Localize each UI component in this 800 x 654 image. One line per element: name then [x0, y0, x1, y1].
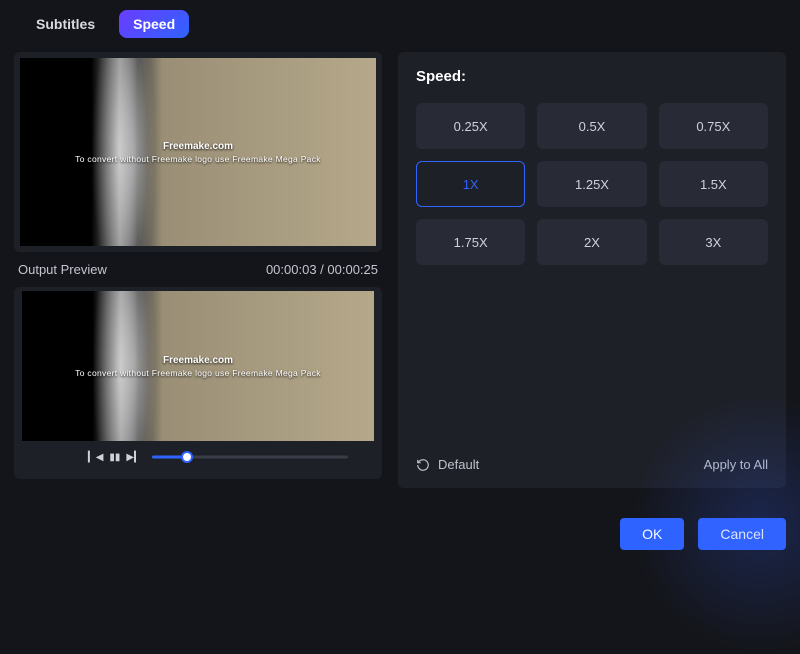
source-preview: Freemake.com To convert without Freemake… [14, 52, 382, 252]
tab-subtitles[interactable]: Subtitles [22, 10, 109, 38]
cancel-button[interactable]: Cancel [698, 518, 786, 550]
speed-option-1-75x[interactable]: 1.75X [416, 219, 525, 265]
timecode: 00:00:03 / 00:00:25 [266, 262, 378, 277]
pause-icon[interactable]: ▮▮ [109, 452, 120, 463]
watermark-sub: To convert without Freemake logo use Fre… [75, 368, 321, 378]
speed-grid: 0.25X 0.5X 0.75X 1X 1.25X 1.5X 1.75X 2X 3X [416, 103, 768, 265]
seek-slider[interactable] [152, 449, 348, 465]
speed-option-1x[interactable]: 1X [416, 161, 525, 207]
output-video: Freemake.com To convert without Freemake… [22, 291, 374, 441]
apply-to-all[interactable]: Apply to All [704, 457, 768, 472]
tab-bar: Subtitles Speed [0, 0, 800, 44]
next-frame-icon[interactable]: ▶▎ [126, 452, 141, 463]
watermark: Freemake.com To convert without Freemake… [75, 355, 321, 378]
watermark: Freemake.com To convert without Freemake… [75, 141, 321, 164]
ok-button[interactable]: OK [620, 518, 684, 550]
speed-option-2x[interactable]: 2X [537, 219, 646, 265]
reset-default-label: Default [438, 457, 479, 472]
speed-option-1-5x[interactable]: 1.5X [659, 161, 768, 207]
speed-option-1-25x[interactable]: 1.25X [537, 161, 646, 207]
watermark-title: Freemake.com [75, 141, 321, 152]
reset-icon [416, 458, 430, 472]
speed-option-0-5x[interactable]: 0.5X [537, 103, 646, 149]
watermark-title: Freemake.com [75, 355, 321, 366]
speed-option-0-75x[interactable]: 0.75X [659, 103, 768, 149]
speed-option-0-25x[interactable]: 0.25X [416, 103, 525, 149]
prev-frame-icon[interactable]: ▎◀ [88, 452, 103, 463]
watermark-sub: To convert without Freemake logo use Fre… [75, 154, 321, 164]
tab-speed[interactable]: Speed [119, 10, 189, 38]
speed-title: Speed: [416, 68, 768, 85]
reset-default[interactable]: Default [416, 457, 479, 472]
source-video: Freemake.com To convert without Freemake… [20, 58, 376, 246]
speed-option-3x[interactable]: 3X [659, 219, 768, 265]
output-preview-label: Output Preview [18, 262, 107, 277]
